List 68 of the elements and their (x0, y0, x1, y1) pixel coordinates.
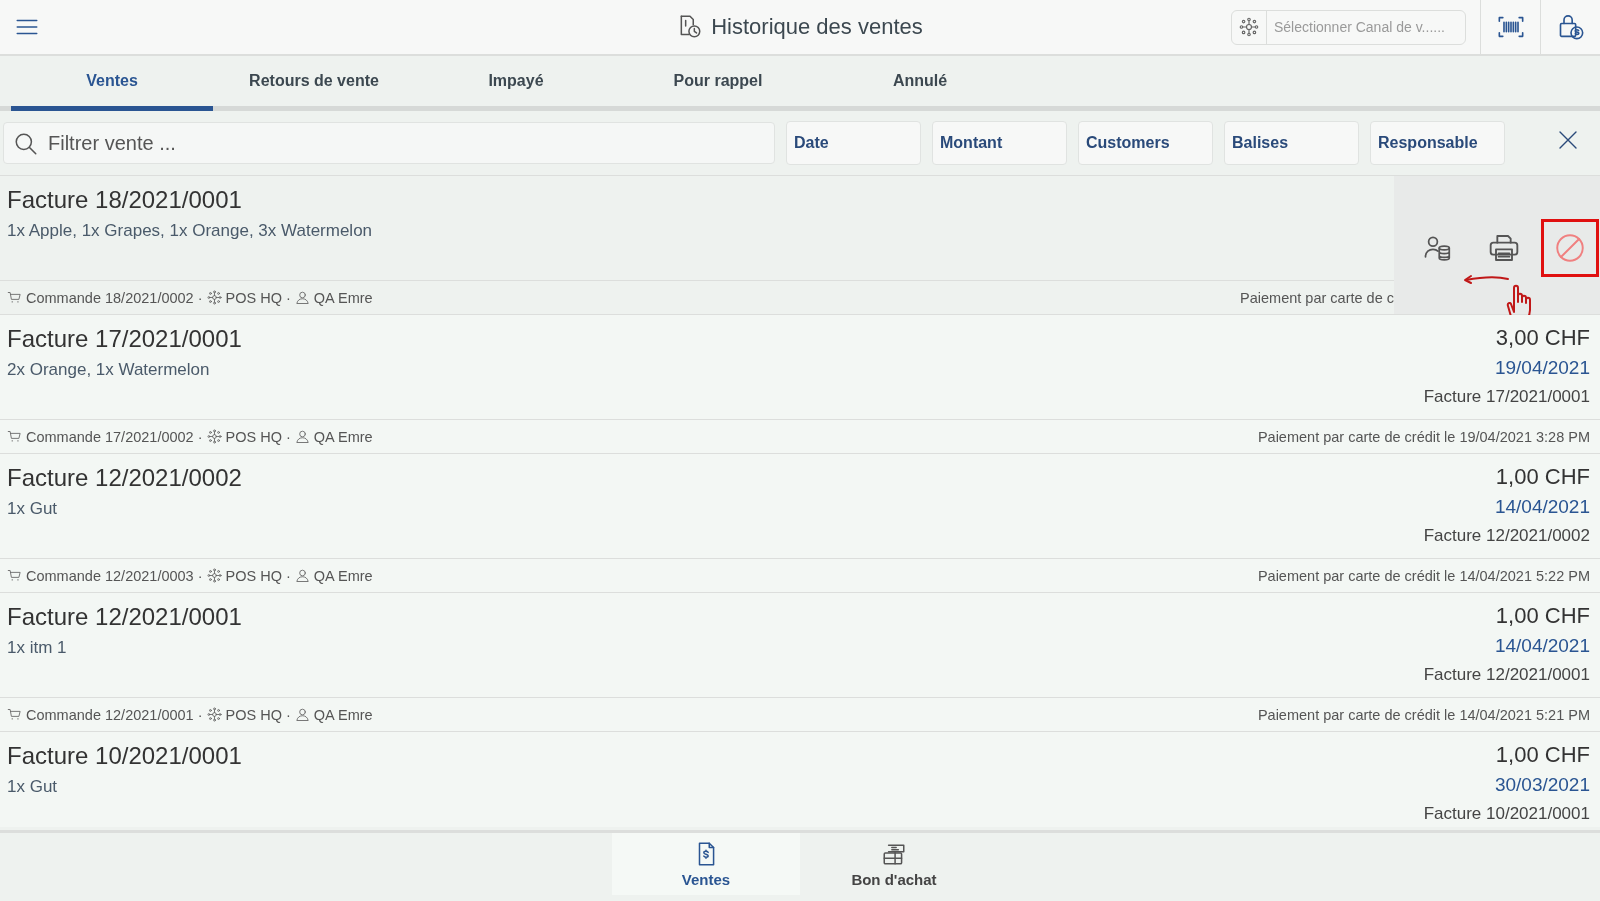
invoice-title: Facture 12/2021/0001 (7, 602, 242, 632)
user-icon (294, 707, 310, 722)
payment-info: Paiement par carte de crédit le 14/04/2021 5:21 PM (1257, 706, 1590, 723)
sale-date: 19/04/2021 (1494, 356, 1590, 380)
item-summary: 1x Gut (7, 776, 59, 798)
page-title: Historique des ventes (711, 14, 923, 40)
bottom-nav-tab[interactable]: Ventes (612, 833, 800, 895)
filter-button[interactable]: Balises (1224, 121, 1359, 165)
invoice-number: Facture 17/2021/0001 (1423, 386, 1590, 408)
filter-button[interactable]: Montant (932, 121, 1067, 165)
filter-button[interactable]: Responsable (1370, 121, 1505, 165)
cart-icon (7, 429, 22, 444)
user-icon (294, 290, 310, 305)
user-icon (294, 568, 310, 583)
cart-icon (7, 707, 22, 722)
amount: 1,00 CHF (1495, 741, 1590, 769)
invoice-title: Facture 10/2021/0001 (7, 741, 242, 771)
cart-icon (7, 568, 22, 583)
tab[interactable]: Annulé (819, 56, 1021, 111)
amount: 1,00 CHF (1495, 463, 1590, 491)
sale-date: 14/04/2021 (1494, 634, 1590, 658)
invoice-title: Facture 17/2021/0001 (7, 324, 242, 354)
user-name: QA Emre (313, 706, 373, 723)
invoice-number: Facture 12/2021/0001 (1423, 664, 1590, 686)
network-icon (206, 707, 222, 722)
user-name: QA Emre (313, 289, 373, 306)
printer-icon (1488, 232, 1520, 264)
filter-button[interactable]: Customers (1078, 121, 1213, 165)
order-number: Commande 12/2021/0001 · (26, 706, 203, 723)
tab[interactable]: Retours de vente (213, 56, 415, 111)
sale-date: 30/03/2021 (1494, 773, 1590, 797)
channel-name: POS HQ · (225, 567, 291, 584)
prohibited-icon (1553, 231, 1587, 265)
amount: 3,00 CHF (1495, 324, 1590, 352)
order-number: Commande 17/2021/0002 · (26, 428, 203, 445)
item-summary: 1x Apple, 1x Grapes, 1x Orange, 3x Watermelon (7, 220, 373, 242)
sale-date: 14/04/2021 (1494, 495, 1590, 519)
user-name: QA Emre (313, 567, 373, 584)
channel-name: POS HQ · (225, 706, 291, 723)
network-icon (206, 429, 222, 444)
network-icon (206, 290, 222, 305)
filter-button[interactable]: Date (786, 121, 921, 165)
network-icon (206, 568, 222, 583)
item-summary: 1x Gut (7, 498, 59, 520)
order-number: Commande 12/2021/0003 · (26, 567, 203, 584)
payment-info: Paiement par carte de c (1240, 289, 1394, 306)
item-summary: 1x itm 1 (7, 637, 68, 659)
channel-name: POS HQ · (225, 289, 291, 306)
tab[interactable]: Impayé (415, 56, 617, 111)
payment-info: Paiement par carte de crédit le 19/04/2021 3:28 PM (1257, 428, 1590, 445)
tab[interactable]: Ventes (11, 56, 213, 111)
cart-icon (7, 290, 22, 305)
user-icon (294, 429, 310, 444)
channel-select[interactable]: Sélectionner Canal de v...... (1231, 9, 1466, 45)
invoice-number: Facture 12/2021/0002 (1423, 525, 1590, 547)
payment-info: Paiement par carte de crédit le 14/04/2021 5:22 PM (1257, 567, 1590, 584)
amount: 1,00 CHF (1495, 602, 1590, 630)
channel-name: POS HQ · (225, 428, 291, 445)
invoice-title: Facture 18/2021/0001 (7, 185, 243, 215)
tab[interactable]: Pour rappel (617, 56, 819, 111)
item-summary: 2x Orange, 1x Watermelon (7, 359, 211, 381)
invoice-title: Facture 12/2021/0002 (7, 463, 242, 493)
network-icon (1239, 17, 1259, 37)
invoice-number: Facture 10/2021/0001 (1423, 803, 1590, 825)
search-field[interactable]: Filtrer vente ... (3, 122, 775, 164)
order-number: Commande 18/2021/0002 · (26, 289, 203, 306)
search-icon (13, 131, 39, 157)
user-name: QA Emre (313, 428, 373, 445)
